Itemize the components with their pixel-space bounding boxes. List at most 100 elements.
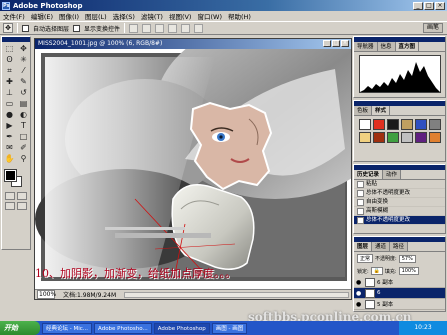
standard-mode-icon[interactable] bbox=[5, 192, 15, 200]
menu-layer[interactable]: 图层(L) bbox=[85, 11, 107, 21]
dodge-tool-icon[interactable]: ◐ bbox=[17, 110, 30, 120]
doc-maximize-button[interactable]: □ bbox=[332, 40, 340, 47]
style-swatch[interactable] bbox=[415, 119, 427, 130]
blur-tool-icon[interactable]: ● bbox=[3, 110, 16, 120]
tab-history[interactable]: 历史记录 bbox=[354, 170, 384, 179]
align-top-icon[interactable] bbox=[129, 23, 139, 33]
tab-info[interactable]: 信息 bbox=[377, 42, 396, 51]
style-swatch[interactable] bbox=[373, 132, 385, 143]
style-swatch[interactable] bbox=[373, 119, 385, 130]
style-swatch[interactable] bbox=[401, 119, 413, 130]
style-swatch[interactable] bbox=[415, 132, 427, 143]
eyedropper-tool-icon[interactable]: ✐ bbox=[17, 143, 30, 153]
marquee-tool-icon[interactable]: ⬚ bbox=[3, 44, 16, 54]
full-screen-icon[interactable] bbox=[17, 202, 27, 210]
menu-filter[interactable]: 滤镜(T) bbox=[141, 11, 163, 21]
align-middle-icon[interactable] bbox=[142, 23, 152, 33]
style-swatch[interactable] bbox=[429, 119, 441, 130]
menu-view[interactable]: 视图(V) bbox=[169, 11, 192, 21]
layer-row-selected[interactable]: ● 6 bbox=[354, 288, 445, 299]
layer-row[interactable]: ● 5 副本 bbox=[354, 299, 445, 310]
blend-mode-select[interactable]: 正常 bbox=[357, 254, 374, 263]
zoom-tool-icon[interactable]: ⚲ bbox=[17, 154, 30, 164]
menu-select[interactable]: 选择(S) bbox=[113, 11, 135, 21]
style-swatch[interactable] bbox=[401, 132, 413, 143]
show-bounds-checkbox[interactable] bbox=[73, 24, 81, 32]
menu-file[interactable]: 文件(F) bbox=[3, 11, 25, 21]
tab-swatches[interactable]: 色板 bbox=[354, 106, 373, 115]
align-right-icon[interactable] bbox=[194, 23, 204, 33]
tab-layers[interactable]: 图层 bbox=[354, 242, 373, 251]
standard-screen-icon[interactable] bbox=[5, 202, 15, 210]
app-title: Adobe Photoshop bbox=[13, 1, 83, 10]
align-center-icon[interactable] bbox=[181, 23, 191, 33]
brushes-palette-tab[interactable]: 画笔 bbox=[422, 23, 443, 33]
crop-tool-icon[interactable]: ⌗ bbox=[3, 66, 16, 76]
tab-channels[interactable]: 通道 bbox=[372, 242, 391, 251]
doc-minimize-button[interactable]: _ bbox=[323, 40, 331, 47]
taskbar-item-photoshop-1[interactable]: Adobe Photosho... bbox=[94, 322, 152, 334]
slice-tool-icon[interactable]: ⁄ bbox=[17, 66, 30, 76]
opacity-field[interactable]: 57% bbox=[398, 254, 416, 263]
minimize-button[interactable]: _ bbox=[413, 1, 423, 10]
taskbar-item-paint[interactable]: 画图 - 画图 bbox=[211, 322, 248, 334]
horizontal-scrollbar[interactable] bbox=[124, 291, 349, 298]
type-tool-icon[interactable]: T bbox=[17, 121, 30, 131]
foreground-color-swatch[interactable] bbox=[4, 169, 17, 182]
document-size[interactable]: 文档:1.98M/9.24M bbox=[63, 290, 116, 299]
tab-actions[interactable]: 动作 bbox=[383, 170, 402, 179]
clone-stamp-tool-icon[interactable]: ⊥ bbox=[3, 88, 16, 98]
history-item-current[interactable]: 总体不透明度更改 bbox=[354, 216, 445, 225]
healing-brush-tool-icon[interactable]: ✚ bbox=[3, 77, 16, 87]
tab-styles[interactable]: 样式 bbox=[372, 106, 391, 115]
image-canvas[interactable]: 10、加阴影，加渐变，给纸加点厚度。。。 bbox=[35, 49, 351, 290]
magic-wand-tool-icon[interactable]: ✳ bbox=[17, 55, 30, 65]
doc-close-button[interactable]: × bbox=[341, 40, 349, 47]
style-swatch[interactable] bbox=[359, 119, 371, 130]
close-button[interactable]: × bbox=[435, 1, 445, 10]
layer-row[interactable]: ● 6 副本 bbox=[354, 277, 445, 288]
toolbox: ⬚ ✥ ʘ ✳ ⌗ ⁄ ✚ ✎ ⊥ ↺ ▭ ▤ ● ◐ ▶ T ✒ □ ✉ ✐ … bbox=[1, 36, 31, 250]
lock-icon[interactable]: 🔒 bbox=[370, 267, 383, 275]
hand-tool-icon[interactable]: ✋ bbox=[3, 154, 16, 164]
start-button[interactable]: 开始 bbox=[0, 321, 40, 335]
color-swatches bbox=[2, 168, 30, 190]
maximize-button[interactable]: □ bbox=[424, 1, 434, 10]
screen-mode-row bbox=[2, 202, 30, 210]
move-tool-preset-icon[interactable]: ✥ bbox=[3, 23, 13, 33]
taskbar-item-photoshop-2[interactable]: Adobe Photoshop bbox=[153, 322, 210, 334]
eye-icon[interactable]: ● bbox=[356, 301, 363, 308]
history-brush-tool-icon[interactable]: ↺ bbox=[17, 88, 30, 98]
menu-image[interactable]: 图像(I) bbox=[59, 11, 79, 21]
document-window: MISS2004_1001.jpg @ 100% (6, RGB/8#) _ □… bbox=[34, 38, 352, 300]
move-tool-icon[interactable]: ✥ bbox=[17, 44, 30, 54]
menu-edit[interactable]: 编辑(E) bbox=[31, 11, 53, 21]
fill-field[interactable]: 100% bbox=[398, 267, 419, 275]
layer-options-row: 正常 不透明度: 57% bbox=[354, 252, 445, 265]
notes-tool-icon[interactable]: ✉ bbox=[3, 143, 16, 153]
menu-help[interactable]: 帮助(H) bbox=[228, 11, 251, 21]
tab-navigator[interactable]: 导航器 bbox=[354, 42, 378, 51]
tab-histogram[interactable]: 直方图 bbox=[395, 42, 420, 51]
gradient-tool-icon[interactable]: ▤ bbox=[17, 99, 30, 109]
eye-icon[interactable]: ● bbox=[356, 290, 363, 297]
style-swatch[interactable] bbox=[387, 119, 399, 130]
tab-paths[interactable]: 路径 bbox=[390, 242, 409, 251]
zoom-level[interactable]: 100% bbox=[37, 290, 56, 299]
shape-tool-icon[interactable]: □ bbox=[17, 132, 30, 142]
auto-select-checkbox[interactable] bbox=[22, 24, 29, 32]
taskbar-item-forum[interactable]: 经典论坛 - Mic... bbox=[42, 322, 93, 334]
style-swatch[interactable] bbox=[387, 132, 399, 143]
style-swatch[interactable] bbox=[359, 132, 371, 143]
lasso-tool-icon[interactable]: ʘ bbox=[3, 55, 16, 65]
align-bottom-icon[interactable] bbox=[155, 23, 165, 33]
eye-icon[interactable]: ● bbox=[356, 279, 363, 286]
brush-tool-icon[interactable]: ✎ bbox=[17, 77, 30, 87]
path-selection-tool-icon[interactable]: ▶ bbox=[3, 121, 16, 131]
align-left-icon[interactable] bbox=[168, 23, 178, 33]
quick-mask-mode-icon[interactable] bbox=[17, 192, 27, 200]
menu-window[interactable]: 窗口(W) bbox=[197, 11, 222, 21]
eraser-tool-icon[interactable]: ▭ bbox=[3, 99, 16, 109]
pen-tool-icon[interactable]: ✒ bbox=[3, 132, 16, 142]
style-swatch[interactable] bbox=[429, 132, 441, 143]
